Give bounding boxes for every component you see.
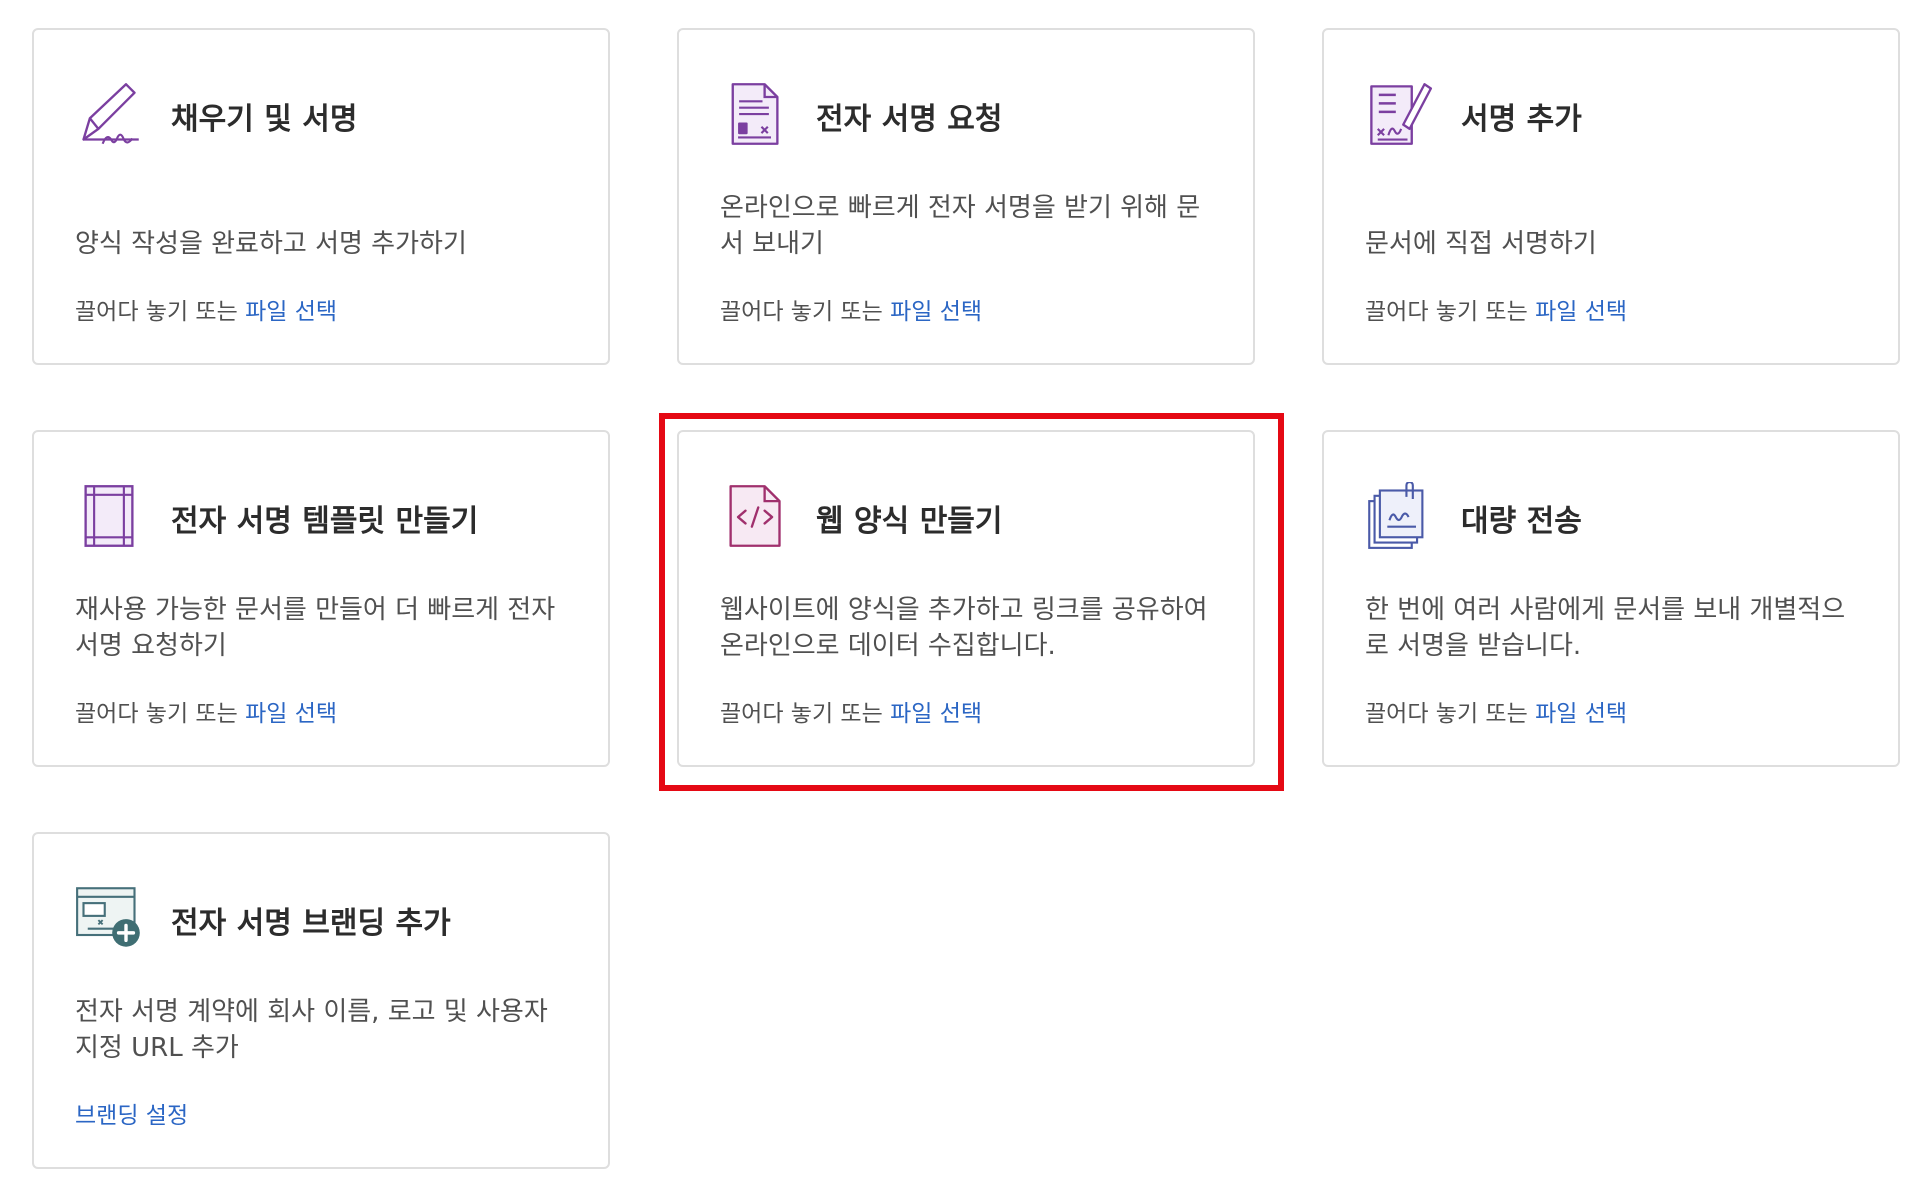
- card-description: 전자 서명 계약에 회사 이름, 로고 및 사용자 지정 URL 추가: [75, 997, 548, 1063]
- card-request-e-signature[interactable]: 전자 서명 요청 온라인으로 빠르게 전자 서명을 받기 위해 문서 보내기 끌…: [677, 28, 1255, 365]
- card-description: 양식 작성을 완료하고 서명 추가하기: [75, 229, 467, 259]
- branding-settings-link[interactable]: 브랜딩 설정: [75, 1103, 188, 1129]
- card-title: 서명 추가: [1461, 102, 1582, 137]
- card-title: 대량 전송: [1461, 504, 1582, 539]
- card-description: 한 번에 여러 사람에게 문서를 보내 개별적으로 서명을 받습니다.: [1365, 595, 1846, 661]
- card-description: 온라인으로 빠르게 전자 서명을 받기 위해 문서 보내기: [720, 193, 1201, 259]
- bulk-send-icon: [1365, 482, 1433, 550]
- add-signature-icon: [1365, 80, 1433, 148]
- card-bulk-send[interactable]: 대량 전송 한 번에 여러 사람에게 문서를 보내 개별적으로 서명을 받습니다…: [1322, 430, 1900, 767]
- card-title: 전자 서명 요청: [816, 102, 1003, 137]
- choose-file-link[interactable]: 파일 선택: [245, 299, 337, 325]
- card-action: 끌어다 놓기 또는 파일 선택: [1365, 694, 1627, 728]
- card-action: 끌어다 놓기 또는 파일 선택: [75, 292, 337, 326]
- card-action: 브랜딩 설정: [75, 1096, 188, 1130]
- template-icon: [75, 482, 143, 550]
- action-text: 끌어다 놓기 또는: [1365, 701, 1528, 727]
- choose-file-link[interactable]: 파일 선택: [245, 701, 337, 727]
- choose-file-link[interactable]: 파일 선택: [890, 299, 982, 325]
- action-text: 끌어다 놓기 또는: [1365, 299, 1528, 325]
- card-description: 재사용 가능한 문서를 만들어 더 빠르게 전자 서명 요청하기: [75, 595, 556, 661]
- card-action: 끌어다 놓기 또는 파일 선택: [720, 292, 982, 326]
- choose-file-link[interactable]: 파일 선택: [1535, 299, 1627, 325]
- card-title: 전자 서명 브랜딩 추가: [171, 906, 451, 941]
- action-text: 끌어다 놓기 또는: [75, 299, 238, 325]
- highlight-box: [659, 413, 1284, 791]
- card-title: 채우기 및 서명: [171, 102, 358, 137]
- card-fill-and-sign[interactable]: 채우기 및 서명 양식 작성을 완료하고 서명 추가하기 끌어다 놓기 또는 파…: [32, 28, 610, 365]
- card-action: 끌어다 놓기 또는 파일 선택: [1365, 292, 1627, 326]
- fill-sign-icon: [75, 80, 143, 148]
- action-text: 끌어다 놓기 또는: [75, 701, 238, 727]
- choose-file-link[interactable]: 파일 선택: [1535, 701, 1627, 727]
- action-text: 끌어다 놓기 또는: [720, 299, 883, 325]
- branding-icon: [75, 884, 143, 952]
- card-create-template[interactable]: 전자 서명 템플릿 만들기 재사용 가능한 문서를 만들어 더 빠르게 전자 서…: [32, 430, 610, 767]
- card-add-signature[interactable]: 서명 추가 문서에 직접 서명하기 끌어다 놓기 또는 파일 선택: [1322, 28, 1900, 365]
- card-add-branding[interactable]: 전자 서명 브랜딩 추가 전자 서명 계약에 회사 이름, 로고 및 사용자 지…: [32, 832, 610, 1169]
- request-signature-icon: [720, 80, 788, 148]
- card-description: 문서에 직접 서명하기: [1365, 229, 1597, 259]
- card-title: 전자 서명 템플릿 만들기: [171, 504, 479, 539]
- card-action: 끌어다 놓기 또는 파일 선택: [75, 694, 337, 728]
